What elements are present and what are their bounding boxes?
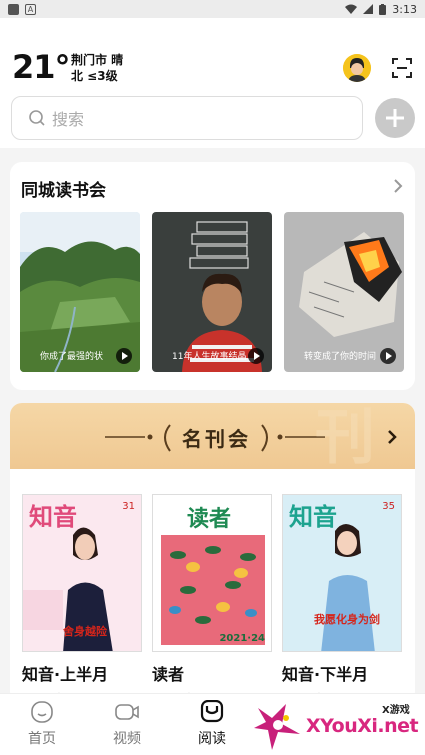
watermark-logo-icon xyxy=(254,704,300,750)
magazine-item[interactable]: 我愿化身为剑 知音 35 知音·下半月 2021年12期 xyxy=(282,494,402,703)
add-button[interactable] xyxy=(375,98,415,138)
chevron-right-icon[interactable] xyxy=(387,429,397,445)
watermark: X游戏 XYouXi.net xyxy=(250,698,422,752)
nav-label: 视频 xyxy=(113,731,141,747)
cover-title-zhiyin: 知音 xyxy=(29,502,77,531)
magazine-title: 读者 xyxy=(152,665,185,684)
svg-text:我愿化身为剑: 我愿化身为剑 xyxy=(314,612,380,626)
nav-label: 阅读 xyxy=(198,731,226,747)
cover-title-zhiyin: 知音 xyxy=(289,502,337,531)
signal-icon xyxy=(363,4,374,14)
magazine-title: 知音·下半月 xyxy=(282,665,369,684)
cover-issue-date: 2021·24 xyxy=(219,633,265,644)
video-thumbnail-burning-paper[interactable]: 转变成了你的时间 xyxy=(284,212,404,372)
nav-item-read[interactable]: 阅读 xyxy=(180,700,244,748)
search-placeholder: 搜索 xyxy=(52,110,85,129)
magazine-banner-title: 名刊会 xyxy=(182,427,251,451)
video-caption: 11年人生故事结晶 xyxy=(172,352,247,362)
wifi-icon xyxy=(345,4,358,14)
magazine-cover[interactable]: 我愿化身为剑 知音 35 xyxy=(282,494,402,652)
video-caption: 你成了最强的状 xyxy=(40,352,104,362)
magazine-banner[interactable]: 刊 名刊会 xyxy=(10,403,415,469)
notification-icon xyxy=(8,3,19,15)
avatar[interactable] xyxy=(343,54,371,82)
svg-text:舍身越险: 舍身越险 xyxy=(63,624,108,638)
magazine-title: 知音·上半月 xyxy=(22,665,109,684)
chevron-right-icon[interactable] xyxy=(393,178,403,194)
temperature: 21° xyxy=(12,48,71,86)
weather-info: 荆门市 晴 北 ≤3级 xyxy=(71,52,123,84)
nav-label: 首页 xyxy=(28,731,56,747)
header: 21° 荆门市 晴 北 ≤3级 搜索 xyxy=(0,18,425,148)
magazine-item[interactable]: 读者 2021·24 读者 2021年24期 xyxy=(152,494,272,703)
status-time: 3:13 xyxy=(392,2,417,16)
watermark-tag: X游戏 xyxy=(382,705,410,716)
wind-level: 北 ≤3级 xyxy=(71,69,118,83)
city-condition: 荆门市 晴 xyxy=(71,53,124,67)
video-caption: 转变成了你的时间 xyxy=(304,352,377,362)
video-thumbnail-boy[interactable]: 11年人生故事结晶 xyxy=(152,212,272,372)
nav-item-home[interactable]: 首页 xyxy=(10,700,74,748)
cover-title-duzhe: 读者 xyxy=(187,506,232,532)
magazine-cover[interactable]: 舍身越险 知音 31 xyxy=(22,494,142,652)
play-icon xyxy=(116,348,132,364)
cover-issue-number: 31 xyxy=(122,501,135,512)
magazine-section: 刊 名刊会 舍身越险 知音 31 知音·上半月 2021年12期 xyxy=(10,403,415,703)
magazine-item[interactable]: 舍身越险 知音 31 知音·上半月 2021年12期 xyxy=(22,494,142,703)
video-icon xyxy=(115,704,139,720)
nav-item-video[interactable]: 视频 xyxy=(95,700,159,748)
magazine-cover[interactable]: 读者 2021·24 xyxy=(152,494,272,652)
video-thumbnail-landscape[interactable]: 你成了最强的状 xyxy=(20,212,140,372)
search-icon xyxy=(29,110,45,126)
battery-icon xyxy=(379,3,387,15)
status-bar: A 3:13 xyxy=(0,0,425,18)
plus-icon xyxy=(386,109,404,127)
read-icon xyxy=(200,700,224,723)
svg-text:刊: 刊 xyxy=(315,403,375,469)
scan-icon[interactable] xyxy=(392,58,412,78)
play-icon xyxy=(248,348,264,364)
cover-issue-number: 35 xyxy=(382,501,395,512)
search-input[interactable]: 搜索 xyxy=(11,96,363,140)
book-club-title: 同城读书会 xyxy=(21,181,106,201)
app-notification-icon: A xyxy=(25,3,36,15)
play-icon xyxy=(380,348,396,364)
book-club-section: 同城读书会 你成了最强的状 11年人生故事结晶 转变成了你的时间 xyxy=(10,162,415,390)
home-icon xyxy=(31,701,53,723)
watermark-brand: XYouXi.net xyxy=(306,715,419,737)
user-avatar-icon xyxy=(343,54,371,82)
